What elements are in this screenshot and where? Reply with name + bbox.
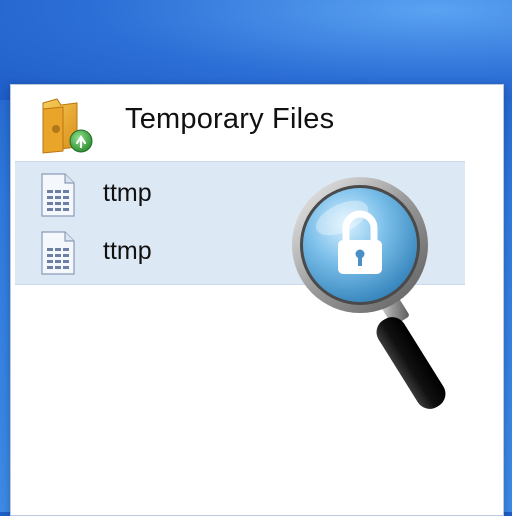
folder-title: Temporary Files xyxy=(125,103,335,135)
magnifier-lock-icon xyxy=(292,177,446,409)
folder-icon xyxy=(42,98,93,154)
document-icon xyxy=(41,173,75,217)
document-icon xyxy=(41,231,75,275)
folder-header: Temporary Files xyxy=(11,85,503,157)
file-name: ttmp xyxy=(103,237,152,265)
file-name: ttmp xyxy=(103,179,152,207)
